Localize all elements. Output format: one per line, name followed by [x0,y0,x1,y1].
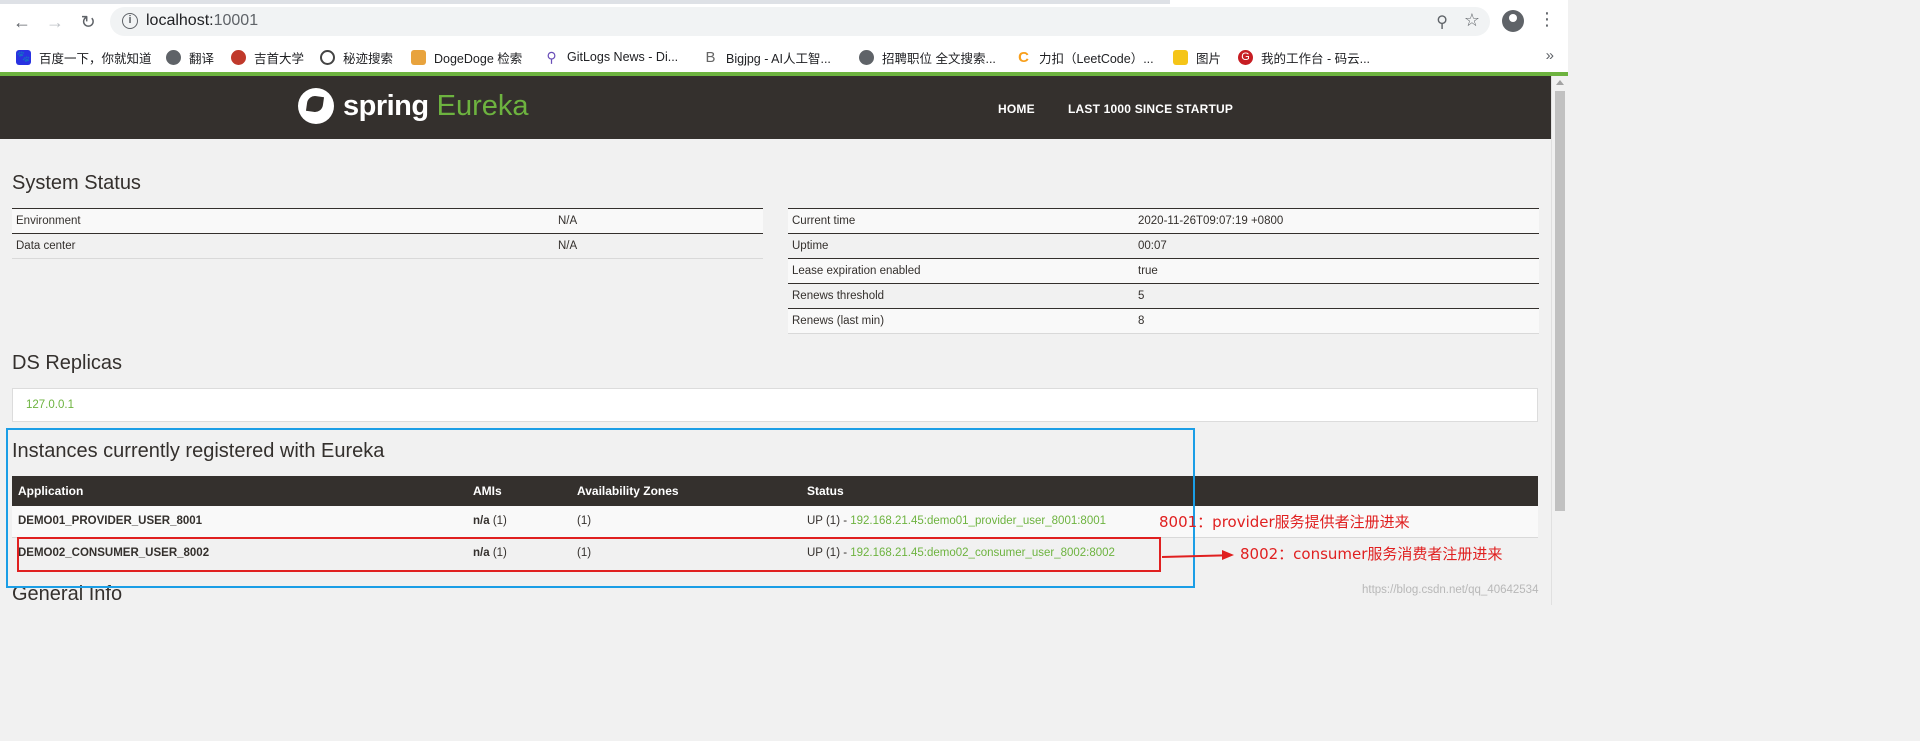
bookmark-star-icon[interactable]: ☆ [1464,10,1480,31]
spring-leaf-icon [298,88,334,124]
status-value: true [1134,258,1539,284]
bookmark-label: 力扣（LeetCode）... [1039,51,1154,66]
status-key: Current time [788,208,1134,234]
address-bar[interactable]: i localhost:10001 ⚲ ☆ [110,7,1490,36]
table-row: Renews threshold 5 [788,283,1539,309]
bigjpg-icon: B [705,48,716,66]
bookmark-jobs[interactable]: 招聘职位 全文搜索... [859,48,996,66]
leetcode-icon: C [1018,48,1029,66]
table-row: Uptime 00:07 [788,233,1539,259]
bookmark-label: Bigjpg - AI人工智... [726,51,831,66]
bookmark-label: 图片 [1196,51,1222,66]
system-status-left-table: Environment N/A Data center N/A [12,208,763,259]
bookmark-label: DogeDoge 检索 [434,51,523,66]
table-row: Current time 2020-11-26T09:07:19 +0800 [788,208,1539,234]
university-icon [231,49,246,65]
status-key: Renews (last min) [788,308,1134,334]
scroll-up-arrow-icon[interactable] [1556,80,1564,85]
bookmark-fanyi[interactable]: 翻译 [166,48,214,66]
bookmark-dogedoge[interactable]: DogeDoge 检索 [411,48,522,66]
mijisou-icon [320,49,335,65]
status-key: Environment [12,208,554,234]
bookmark-jishou[interactable]: 吉首大学 [231,48,304,66]
table-row: Lease expiration enabled true [788,258,1539,284]
status-value: 00:07 [1134,233,1539,259]
brand-spring: spring [343,89,429,122]
eureka-page: spring Eureka HOME LAST 1000 SINCE START… [0,76,1551,605]
bookmark-gitlogs[interactable]: ⚲ GitLogs News - Di... [544,48,678,66]
browser-toolbar: ← → ↻ i localhost:10001 ⚲ ☆ ⋮ [0,0,1568,42]
bookmark-leetcode[interactable]: C 力扣（LeetCode）... [1016,48,1154,66]
search-icon: ⚲ [546,48,557,65]
bookmark-images-folder[interactable]: 图片 [1173,48,1221,66]
status-value: N/A [554,233,763,259]
nav-last-1000[interactable]: LAST 1000 SINCE STARTUP [1068,102,1233,116]
nav-home[interactable]: HOME [998,102,1035,116]
bookmark-label: 百度一下，你就知道 [39,51,152,66]
annotation-note-provider: 8001：provider服务提供者注册进来 [1159,513,1410,531]
bookmark-label: 吉首大学 [254,51,305,66]
annotation-red-box [17,537,1161,572]
gitee-icon: G [1238,49,1253,65]
ds-replicas-title: DS Replicas [12,352,123,374]
url-port: 10001 [213,12,259,29]
status-key: Uptime [788,233,1134,259]
reload-icon[interactable]: ↻ [77,11,99,33]
annotation-arrow-head [1222,550,1234,560]
tab-strip [0,0,1568,4]
bookmark-label: 秘迹搜索 [343,51,394,66]
bookmark-mijisou[interactable]: 秘迹搜索 [320,48,393,66]
bookmarks-overflow-icon[interactable]: » [1546,47,1554,64]
status-value: 8 [1134,308,1539,334]
globe-icon [859,49,874,65]
status-key: Renews threshold [788,283,1134,309]
doge-icon [411,49,426,65]
bookmark-bigjpg[interactable]: B Bigjpg - AI人工智... [703,48,831,66]
ds-replicas-box: 127.0.0.1 [12,388,1538,422]
bookmark-label: 招聘职位 全文搜索... [882,51,996,66]
browser-menu-icon[interactable]: ⋮ [1538,9,1556,30]
bookmark-label: 我的工作台 - 码云... [1261,51,1371,66]
active-tab[interactable] [1170,0,1568,4]
annotation-note-consumer: 8002：consumer服务消费者注册进来 [1240,545,1503,563]
status-value: 2020-11-26T09:07:19 +0800 [1134,208,1539,234]
forward-arrow-icon[interactable]: → [44,11,66,33]
profile-avatar[interactable] [1502,10,1524,32]
info-icon[interactable]: i [122,13,138,29]
url-text[interactable]: localhost:10001 [146,12,258,30]
system-status-right-table: Current time 2020-11-26T09:07:19 +0800 Up… [788,208,1539,334]
bookmark-label: 翻译 [189,51,215,66]
table-row: Data center N/A [12,233,763,259]
watermark: https://blog.csdn.net/qq_40642534 [1362,584,1539,596]
status-value: N/A [554,208,763,234]
zoom-icon[interactable]: ⚲ [1436,12,1448,32]
scroll-thumb[interactable] [1555,91,1565,511]
brand-eureka: Eureka [436,89,529,122]
status-key: Lease expiration enabled [788,258,1134,284]
replica-link[interactable]: 127.0.0.1 [26,399,74,411]
eureka-header: spring Eureka HOME LAST 1000 SINCE START… [0,76,1551,139]
bookmarks-bar: 🐾 百度一下，你就知道 翻译 吉首大学 秘迹搜索 DogeDoge 检索 ⚲ Git… [0,42,1568,72]
bookmark-baidu[interactable]: 🐾 百度一下，你就知道 [16,48,152,66]
system-status-title: System Status [12,172,141,194]
page-scrollbar[interactable] [1551,76,1568,605]
bookmark-gitee[interactable]: G 我的工作台 - 码云... [1238,48,1370,66]
bookmark-label: GitLogs News - Di... [567,50,679,64]
status-key: Data center [12,233,554,259]
table-row: Environment N/A [12,208,763,234]
globe-icon [166,49,181,65]
table-row: Renews (last min) 8 [788,308,1539,334]
baidu-icon: 🐾 [16,49,31,65]
url-host: localhost: [146,12,214,29]
back-arrow-icon[interactable]: ← [11,11,33,33]
folder-icon [1173,49,1188,65]
status-value: 5 [1134,283,1539,309]
spring-eureka-logo[interactable]: spring Eureka [298,88,529,124]
